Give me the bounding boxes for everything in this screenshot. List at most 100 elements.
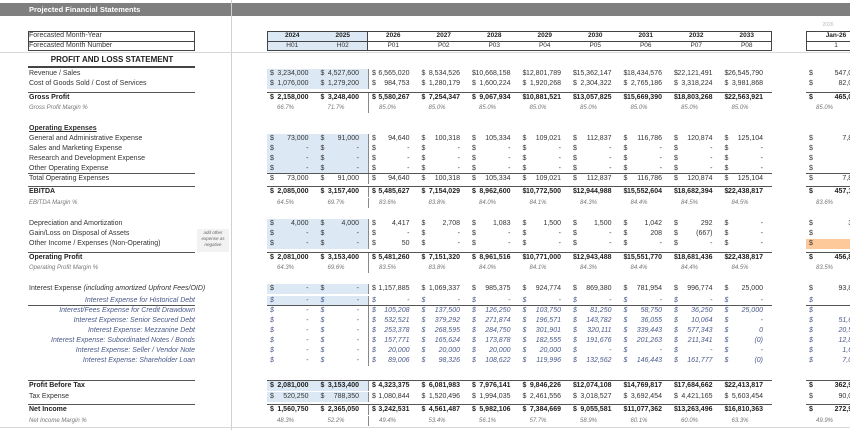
value-cell[interactable]: $1,66 <box>806 346 850 356</box>
value-cell[interactable]: $- <box>671 239 722 249</box>
value-cell[interactable]: $22,563,921 <box>722 93 773 103</box>
value-cell[interactable]: $4,323,375 <box>368 381 419 391</box>
value-cell[interactable]: $3,018,527 <box>570 392 621 402</box>
value-cell[interactable]: $5,982,106 <box>469 405 520 415</box>
value-cell[interactable]: $18,434,576 <box>621 69 672 79</box>
value-cell[interactable]: $125,104 <box>722 174 773 184</box>
value-cell[interactable]: $- <box>621 346 672 356</box>
value-cell[interactable]: $- <box>368 229 419 239</box>
value-cell[interactable]: $9,055,581 <box>570 405 621 415</box>
value-cell[interactable]: $100,318 <box>419 174 470 184</box>
value-cell[interactable]: $18,682,394 <box>671 187 722 197</box>
value-cell[interactable]: $20,000 <box>520 346 571 356</box>
value-cell[interactable]: $22,438,817 <box>722 187 773 197</box>
value-cell[interactable]: $4,527,600 <box>317 69 368 79</box>
value-cell[interactable]: $116,786 <box>621 174 672 184</box>
value-cell[interactable]: $0 <box>722 326 773 336</box>
value-cell[interactable]: $- <box>318 356 369 366</box>
value-cell[interactable]: $- <box>318 316 369 326</box>
value-cell[interactable]: $89,006 <box>368 356 419 366</box>
value-cell[interactable]: $456,80 <box>806 253 850 263</box>
value-cell[interactable]: $211,341 <box>671 336 722 346</box>
value-cell[interactable]: $182,555 <box>520 336 571 346</box>
value-cell[interactable]: $996,774 <box>671 284 722 294</box>
value-cell[interactable]: $26,545,790 <box>722 69 773 79</box>
value-cell[interactable]: $3,981,868 <box>722 79 773 89</box>
value-cell[interactable]: $116,786 <box>621 134 672 144</box>
value-cell[interactable]: $10,772,500 <box>520 187 571 197</box>
value-cell[interactable]: $7,88 <box>806 134 850 144</box>
value-cell[interactable]: $25,000 <box>722 306 773 316</box>
value-cell[interactable]: $- <box>671 154 722 164</box>
value-cell[interactable]: $11,077,362 <box>621 405 672 415</box>
value-cell[interactable]: $14,769,817 <box>621 381 672 391</box>
value-cell[interactable]: $- <box>267 346 318 356</box>
value-cell[interactable]: $12,801,789 <box>520 69 571 79</box>
value-cell[interactable]: $4,000 <box>267 219 318 229</box>
value-cell[interactable]: $103,750 <box>520 306 571 316</box>
value-cell[interactable]: $5,485,627 <box>368 187 419 197</box>
value-cell[interactable]: $362,97 <box>806 381 850 391</box>
value-cell[interactable]: $1,279,200 <box>317 79 368 89</box>
value-cell[interactable]: $109,021 <box>520 174 571 184</box>
value-cell[interactable]: $73,000 <box>267 174 318 184</box>
value-cell[interactable]: $1,520,496 <box>419 392 470 402</box>
value-cell[interactable]: $- <box>318 326 369 336</box>
value-cell[interactable]: $- <box>570 144 621 154</box>
value-cell[interactable]: $547,08 <box>806 69 850 79</box>
value-cell[interactable]: $22,121,491 <box>671 69 722 79</box>
value-cell[interactable]: $4,421,165 <box>671 392 722 402</box>
value-cell[interactable]: $1,920,268 <box>520 79 571 89</box>
value-cell[interactable]: $1,069,337 <box>419 284 470 294</box>
value-cell[interactable]: $9,846,226 <box>520 381 571 391</box>
value-cell[interactable]: $284,750 <box>469 326 520 336</box>
value-cell[interactable]: $20,000 <box>469 346 520 356</box>
value-cell[interactable]: $2,081,000 <box>267 253 318 263</box>
value-cell[interactable]: $8,534,526 <box>419 69 470 79</box>
value-cell[interactable]: $2,304,322 <box>570 79 621 89</box>
value-cell[interactable]: $- <box>267 144 318 154</box>
value-cell[interactable]: $- <box>570 239 621 249</box>
value-cell[interactable]: $- <box>722 154 773 164</box>
value-cell[interactable]: $- <box>806 154 850 164</box>
value-cell[interactable]: $173,878 <box>469 336 520 346</box>
value-cell[interactable]: $ (0) <box>722 356 773 366</box>
value-cell[interactable]: $520,250 <box>267 392 318 402</box>
value-cell[interactable]: $132,562 <box>570 356 621 366</box>
value-cell[interactable]: $984,753 <box>368 79 419 89</box>
value-cell[interactable]: $4,561,487 <box>419 405 470 415</box>
value-cell[interactable]: $22,438,817 <box>722 253 773 263</box>
value-cell[interactable]: $120,874 <box>671 174 722 184</box>
value-cell[interactable]: $ (0) <box>722 336 773 346</box>
value-cell[interactable]: $- <box>469 229 520 239</box>
value-cell[interactable]: $- <box>671 346 722 356</box>
value-cell[interactable]: $91,000 <box>318 174 369 184</box>
value-cell[interactable]: $3,318,224 <box>671 79 722 89</box>
value-cell[interactable]: $1,560,750 <box>267 405 318 415</box>
value-cell[interactable]: $- <box>318 346 369 356</box>
value-cell[interactable]: $90,07 <box>806 392 850 402</box>
value-cell[interactable]: $18,803,268 <box>671 93 722 103</box>
value-cell[interactable]: $1,500 <box>570 219 621 229</box>
value-cell[interactable]: $15,552,604 <box>621 187 672 197</box>
value-cell[interactable]: $- <box>621 154 672 164</box>
value-cell[interactable]: $8,961,516 <box>469 253 520 263</box>
value-cell[interactable]: $4,417 <box>368 219 419 229</box>
value-cell[interactable]: $- <box>318 336 369 346</box>
value-cell[interactable]: $51,66 <box>806 316 850 326</box>
value-cell[interactable]: $3,692,454 <box>621 392 672 402</box>
value-cell[interactable]: $253,378 <box>368 326 419 336</box>
value-cell[interactable]: $109,021 <box>520 134 571 144</box>
value-cell[interactable]: $- <box>419 144 470 154</box>
value-cell[interactable]: $91,000 <box>317 134 368 144</box>
value-cell[interactable]: $2,158,000 <box>267 93 318 103</box>
value-cell[interactable]: $339,443 <box>621 326 672 336</box>
value-cell[interactable]: $1,042 <box>621 219 672 229</box>
value-cell[interactable]: $6,565,020 <box>368 69 419 79</box>
value-cell[interactable]: $126,250 <box>469 306 520 316</box>
value-cell[interactable]: $10,881,521 <box>520 93 571 103</box>
value-cell[interactable]: $- <box>419 154 470 164</box>
value-cell[interactable]: $125,104 <box>722 134 773 144</box>
value-cell[interactable]: $3,242,531 <box>368 405 419 415</box>
value-cell[interactable]: $- <box>267 284 318 294</box>
